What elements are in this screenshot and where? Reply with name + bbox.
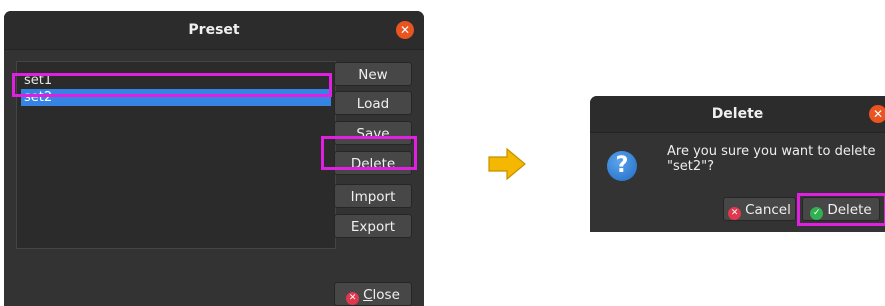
close-icon[interactable]: ✕ [396, 21, 414, 39]
delete-title: Delete [711, 106, 764, 122]
close-mnemonic: C [363, 287, 373, 303]
cancel-button[interactable]: ✕ Cancel [723, 197, 796, 221]
import-button[interactable]: Import [334, 184, 412, 208]
load-button[interactable]: Load [334, 91, 412, 115]
preset-title: Preset [188, 22, 240, 38]
cancel-label: Cancel [745, 202, 791, 218]
delete-button[interactable]: Delete [334, 151, 412, 175]
preset-titlebar: Preset ✕ [4, 11, 424, 50]
preset-list[interactable]: set1 set2 [16, 61, 336, 249]
close-icon[interactable]: ✕ [869, 105, 885, 123]
confirm-message: Are you sure you want to delete "set2"? [667, 144, 876, 174]
right-arrow-icon [488, 147, 526, 181]
export-button[interactable]: Export [334, 214, 412, 238]
confirm-delete-button[interactable]: ✓ Delete [802, 197, 880, 221]
delete-titlebar: Delete ✕ [590, 96, 885, 133]
cancel-icon: ✕ [346, 292, 360, 305]
question-icon: ? [607, 151, 637, 181]
save-button[interactable]: Save [334, 121, 412, 145]
check-icon: ✓ [810, 207, 824, 220]
close-button[interactable]: ✕ Close [334, 282, 412, 306]
delete-dialog: Delete ✕ ? Are you sure you want to dele… [590, 96, 885, 232]
list-item-set2[interactable]: set2 [21, 89, 331, 106]
new-button[interactable]: New [334, 62, 412, 86]
cancel-icon: ✕ [728, 207, 742, 220]
preset-dialog: Preset ✕ set1 set2 New Load Save Delete … [4, 11, 424, 306]
close-label-rest: lose [372, 287, 400, 303]
confirm-delete-label: Delete [827, 202, 872, 218]
list-item-set1[interactable]: set1 [21, 72, 331, 89]
